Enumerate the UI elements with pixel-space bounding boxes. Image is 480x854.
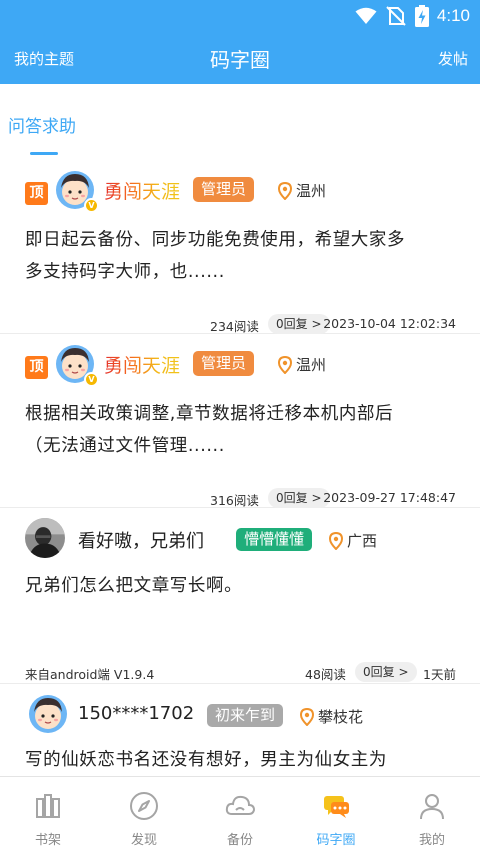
app-header: 我的主题 码字圈 发帖 (0, 32, 480, 84)
post-header: 150****1702 初来乍到 攀枝花 (0, 692, 480, 742)
bottom-nav: 书架 发现 备份 码字圈 我的 (0, 776, 480, 853)
post-content[interactable]: 根据相关政策调整,章节数据将迁移本机内部后 （无法通过文件管理...... (25, 398, 465, 462)
post-item[interactable]: 顶 V 勇闯天涯 管理员 温州 即日起云备份、同步功能免费使用，希望大家多 多支… (0, 170, 480, 334)
post-date: 2023-09-27 17:48:47 (323, 490, 456, 505)
nav-label: 备份 (226, 833, 253, 848)
post-item[interactable]: 看好嗷，兄弟们 懵懵懂懂 广西 兄弟们怎么把文章写长啊。 来自android端 … (0, 516, 480, 684)
avatar[interactable] (25, 518, 69, 562)
status-bar: 4:10 (0, 0, 480, 32)
username[interactable]: 150****1702 (78, 703, 194, 724)
nav-label: 码字圈 (316, 833, 356, 848)
wifi-icon (355, 7, 377, 24)
username[interactable]: 勇闯天涯 (104, 177, 180, 204)
post-content[interactable]: 写的仙妖恋书名还没有想好，男主为仙女主为 (25, 744, 465, 776)
client-source: 来自android端 V1.9.4 (25, 667, 155, 682)
post-content-line: 兄弟们怎么把文章写长啊。 (25, 576, 243, 596)
reply-count-button[interactable]: 0回复 > (268, 314, 330, 334)
reply-count-button[interactable]: 0回复 > (268, 488, 330, 508)
location-text: 温州 (296, 182, 327, 200)
location: 攀枝花 (300, 706, 363, 727)
cloud-backup-icon (225, 795, 256, 815)
post-item[interactable]: 150****1702 初来乍到 攀枝花 写的仙妖恋书名还没有想好，男主为仙女主… (0, 692, 480, 776)
location-pin-icon (278, 355, 292, 374)
location: 温州 (278, 354, 326, 375)
post-content-line: 即日起云备份、同步功能免费使用，希望大家多 (25, 230, 406, 250)
post-date: 1天前 (423, 667, 456, 682)
nav-backup[interactable]: 备份 (192, 777, 288, 854)
post-footer: 来自android端 V1.9.4 48阅读 0回复 > 1天前 (0, 662, 480, 682)
post-header: 看好嗷，兄弟们 懵懵懂懂 广西 (0, 516, 480, 566)
bookshelf-icon (36, 794, 60, 818)
role-tag-admin: 管理员 (193, 351, 255, 376)
page-title: 码字圈 (210, 48, 270, 72)
post-content-line: 多支持码字大师，也...... (25, 262, 225, 282)
battery-charging-icon (414, 5, 429, 27)
post-content-line: 写的仙妖恋书名还没有想好，男主为仙女主为 (25, 750, 387, 770)
read-count: 234阅读 (210, 319, 259, 334)
location-pin-icon (329, 531, 343, 550)
post-footer: 316阅读 0回复 > 2023-09-27 17:48:47 (0, 488, 480, 508)
post-content[interactable]: 即日起云备份、同步功能免费使用，希望大家多 多支持码字大师，也...... (25, 224, 465, 288)
tab-qa-help[interactable]: 问答求助 (8, 112, 76, 137)
avatar[interactable]: V (55, 344, 99, 387)
person-icon (420, 794, 444, 820)
role-tag-admin: 管理员 (193, 177, 255, 202)
location-text: 温州 (296, 356, 327, 374)
location-pin-icon (300, 707, 314, 726)
location-pin-icon (278, 181, 292, 200)
status-icons: 4:10 (355, 5, 470, 27)
nav-label: 书架 (34, 833, 61, 848)
verified-v-icon: V (84, 372, 99, 387)
avatar[interactable]: V (55, 170, 99, 213)
username[interactable]: 看好嗷，兄弟们 (78, 527, 204, 553)
role-tag-novice: 懵懵懂懂 (236, 528, 313, 551)
pinned-badge: 顶 (25, 356, 48, 379)
location: 温州 (278, 180, 326, 201)
nav-discover[interactable]: 发现 (96, 777, 192, 854)
post-content-line: （无法通过文件管理...... (25, 436, 225, 456)
status-time: 4:10 (436, 6, 470, 25)
chat-bubbles-icon (324, 796, 349, 818)
compass-icon (130, 792, 158, 820)
post-date: 2023-10-04 12:02:34 (323, 316, 456, 331)
post-content-line: 根据相关政策调整,章节数据将迁移本机内部后 (25, 404, 394, 424)
pinned-badge: 顶 (25, 182, 48, 205)
location: 广西 (329, 530, 377, 551)
avatar[interactable] (28, 694, 68, 734)
no-sim-icon (386, 6, 406, 26)
post-header: 顶 V 勇闯天涯 管理员 温州 (0, 170, 480, 220)
location-text: 攀枝花 (318, 708, 364, 726)
read-count: 48阅读 (305, 667, 346, 682)
nav-label: 发现 (130, 833, 157, 848)
nav-writing-circle[interactable]: 码字圈 (288, 777, 384, 854)
user-photo-avatar-icon (25, 518, 65, 558)
cartoon-boy-avatar-icon (29, 695, 67, 733)
reply-count-button[interactable]: 0回复 > (355, 662, 417, 682)
nav-bookshelf[interactable]: 书架 (0, 777, 96, 854)
new-post-button[interactable]: 发帖 (438, 48, 468, 69)
username[interactable]: 勇闯天涯 (104, 351, 180, 378)
role-tag-newcomer: 初来乍到 (207, 704, 284, 727)
post-content[interactable]: 兄弟们怎么把文章写长啊。 (25, 570, 465, 602)
nav-label: 我的 (418, 833, 445, 848)
post-header: 顶 V 勇闯天涯 管理员 温州 (0, 344, 480, 394)
verified-v-icon: V (84, 198, 99, 213)
read-count: 316阅读 (210, 493, 259, 508)
location-text: 广西 (347, 532, 378, 550)
nav-mine[interactable]: 我的 (384, 777, 480, 854)
post-footer: 234阅读 0回复 > 2023-10-04 12:02:34 (0, 314, 480, 334)
post-item[interactable]: 顶 V 勇闯天涯 管理员 温州 根据相关政策调整,章节数据将迁移本机内部后 （无… (0, 344, 480, 508)
tab-indicator (30, 152, 58, 155)
